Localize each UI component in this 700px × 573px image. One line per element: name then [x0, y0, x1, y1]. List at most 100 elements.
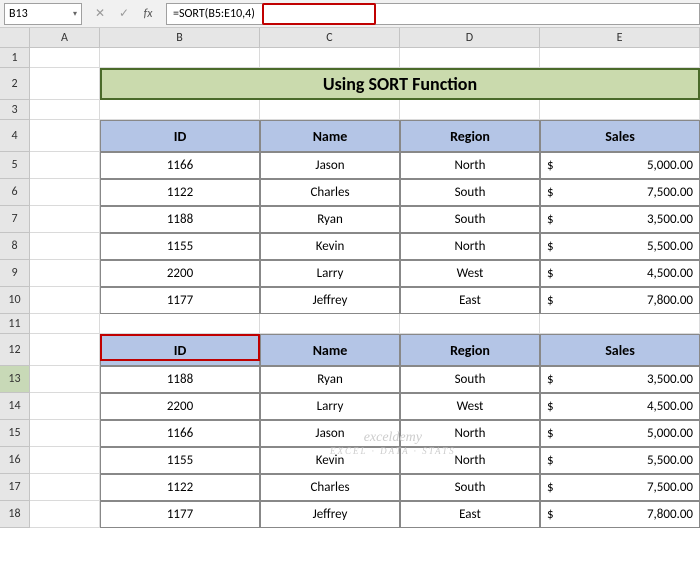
cell[interactable]	[100, 314, 260, 334]
cell[interactable]	[400, 314, 540, 334]
row-header[interactable]: 11	[0, 314, 30, 334]
cell[interactable]	[30, 152, 100, 179]
cell-id[interactable]: 2200	[100, 393, 260, 420]
cell-name[interactable]: Charles	[260, 179, 400, 206]
cell-sales[interactable]: $ 7,500.00	[540, 474, 700, 501]
row-header[interactable]: 18	[0, 501, 30, 528]
row-header[interactable]: 13	[0, 366, 30, 393]
cell-name[interactable]: Kevin	[260, 233, 400, 260]
cell[interactable]	[30, 501, 100, 528]
cell[interactable]	[30, 334, 100, 366]
cell[interactable]	[540, 48, 700, 68]
cell[interactable]	[30, 179, 100, 206]
cell-name[interactable]: Larry	[260, 393, 400, 420]
cell-name[interactable]: Larry	[260, 260, 400, 287]
cell-name[interactable]: Ryan	[260, 366, 400, 393]
row-header[interactable]: 15	[0, 420, 30, 447]
cell[interactable]	[30, 68, 100, 100]
col-header-c[interactable]: C	[260, 28, 400, 48]
cell-name[interactable]: Jason	[260, 420, 400, 447]
formula-input[interactable]: =SORT(B5:E10,4)	[166, 3, 700, 25]
cell-region[interactable]: North	[400, 447, 540, 474]
row-header[interactable]: 2	[0, 68, 30, 100]
cell-sales[interactable]: $ 4,500.00	[540, 260, 700, 287]
fx-icon[interactable]: fx	[140, 6, 156, 22]
header-name[interactable]: Name	[260, 334, 400, 366]
cell[interactable]	[400, 48, 540, 68]
header-region[interactable]: Region	[400, 334, 540, 366]
cell-name[interactable]: Kevin	[260, 447, 400, 474]
header-sales[interactable]: Sales	[540, 120, 700, 152]
cell-name[interactable]: Jason	[260, 152, 400, 179]
cell[interactable]	[30, 314, 100, 334]
cell[interactable]	[30, 474, 100, 501]
cell[interactable]	[260, 100, 400, 120]
cell-id[interactable]: 1166	[100, 152, 260, 179]
row-header[interactable]: 8	[0, 233, 30, 260]
cell-id[interactable]: 1155	[100, 447, 260, 474]
header-region[interactable]: Region	[400, 120, 540, 152]
cell[interactable]	[400, 100, 540, 120]
cell[interactable]	[30, 260, 100, 287]
cell-id[interactable]: 1188	[100, 206, 260, 233]
name-box[interactable]: B13 ▾	[4, 3, 82, 25]
cell-name[interactable]: Ryan	[260, 206, 400, 233]
cell-sales[interactable]: $ 5,000.00	[540, 420, 700, 447]
cell[interactable]	[30, 287, 100, 314]
header-sales[interactable]: Sales	[540, 334, 700, 366]
cell-sales[interactable]: $ 3,500.00	[540, 366, 700, 393]
row-header[interactable]: 10	[0, 287, 30, 314]
cell[interactable]	[540, 100, 700, 120]
cell[interactable]	[30, 420, 100, 447]
cells-area[interactable]: Using SORT Function ID Name Region Sales…	[30, 48, 700, 528]
title-banner[interactable]: Using SORT Function	[100, 68, 700, 100]
cell-region[interactable]: East	[400, 287, 540, 314]
cell-region[interactable]: East	[400, 501, 540, 528]
cell-id[interactable]: 1166	[100, 420, 260, 447]
row-header[interactable]: 1	[0, 48, 30, 68]
cell[interactable]	[100, 100, 260, 120]
cell[interactable]	[30, 48, 100, 68]
cell-region[interactable]: North	[400, 152, 540, 179]
col-header-b[interactable]: B	[100, 28, 260, 48]
row-header[interactable]: 5	[0, 152, 30, 179]
cell-name[interactable]: Charles	[260, 474, 400, 501]
cell[interactable]	[100, 48, 260, 68]
cell-region[interactable]: South	[400, 366, 540, 393]
cell-region[interactable]: South	[400, 474, 540, 501]
cell-id[interactable]: 1177	[100, 287, 260, 314]
cell-sales[interactable]: $ 5,000.00	[540, 152, 700, 179]
check-icon[interactable]: ✓	[116, 6, 132, 22]
dropdown-icon[interactable]: ▾	[73, 9, 77, 19]
row-header[interactable]: 4	[0, 120, 30, 152]
cell-region[interactable]: North	[400, 420, 540, 447]
row-header[interactable]: 17	[0, 474, 30, 501]
cell-region[interactable]: West	[400, 393, 540, 420]
cell-id[interactable]: 1122	[100, 179, 260, 206]
header-id[interactable]: ID	[100, 120, 260, 152]
cell-id[interactable]: 1122	[100, 474, 260, 501]
cell[interactable]	[540, 314, 700, 334]
cell-sales[interactable]: $ 7,800.00	[540, 287, 700, 314]
cell-sales[interactable]: $ 5,500.00	[540, 233, 700, 260]
cell-name[interactable]: Jeffrey	[260, 501, 400, 528]
col-header-a[interactable]: A	[30, 28, 100, 48]
cell-sales[interactable]: $ 4,500.00	[540, 393, 700, 420]
header-id[interactable]: ID	[100, 334, 260, 366]
cell-id[interactable]: 1155	[100, 233, 260, 260]
cell[interactable]	[30, 447, 100, 474]
cell-id[interactable]: 1177	[100, 501, 260, 528]
row-header[interactable]: 12	[0, 334, 30, 366]
cell-sales[interactable]: $ 3,500.00	[540, 206, 700, 233]
cell[interactable]	[30, 120, 100, 152]
select-all-corner[interactable]	[0, 28, 30, 48]
row-header[interactable]: 7	[0, 206, 30, 233]
cell-id[interactable]: 1188	[100, 366, 260, 393]
cell-region[interactable]: South	[400, 206, 540, 233]
cancel-icon[interactable]: ✕	[92, 6, 108, 22]
cell[interactable]	[30, 206, 100, 233]
cell[interactable]	[30, 366, 100, 393]
cell-sales[interactable]: $ 7,500.00	[540, 179, 700, 206]
cell[interactable]	[30, 393, 100, 420]
row-header[interactable]: 16	[0, 447, 30, 474]
